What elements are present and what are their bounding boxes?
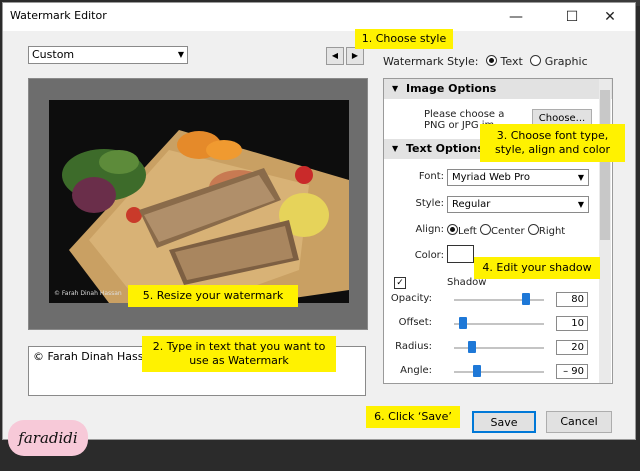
opacity-slider-knob[interactable] bbox=[522, 293, 530, 305]
style-label: Style: bbox=[415, 198, 445, 209]
opacity-slider-track[interactable] bbox=[454, 299, 544, 301]
save-button[interactable]: Save bbox=[472, 411, 536, 433]
radius-value-field[interactable]: 20 bbox=[556, 340, 588, 355]
preview-photo bbox=[49, 100, 349, 303]
chevron-down-icon: ▼ bbox=[577, 200, 584, 209]
graphic-style-label: Graphic bbox=[544, 55, 588, 68]
cancel-button[interactable]: Cancel bbox=[546, 411, 612, 433]
image-options-header[interactable]: ▼ Image Options bbox=[384, 79, 612, 99]
angle-value-field[interactable]: – 90 bbox=[556, 364, 588, 379]
chevron-down-icon: ▼ bbox=[577, 173, 584, 182]
callout-resize: 5. Resize your watermark bbox=[128, 285, 298, 307]
offset-slider-track[interactable] bbox=[454, 323, 544, 325]
color-label: Color: bbox=[414, 250, 444, 261]
radius-label: Radius: bbox=[395, 341, 432, 352]
callout-click-save: 6. Click ‘Save’ bbox=[366, 406, 460, 428]
text-style-label: Text bbox=[500, 55, 523, 68]
graphic-style-radio[interactable] bbox=[530, 55, 542, 66]
callout-font-options: 3. Choose font type, style, align and co… bbox=[480, 124, 625, 162]
font-label: Font: bbox=[418, 171, 444, 182]
angle-slider-track[interactable] bbox=[454, 371, 544, 373]
font-select[interactable]: Myriad Web Pro ▼ bbox=[447, 169, 589, 186]
align-right-radio[interactable] bbox=[527, 224, 539, 235]
offset-slider-knob[interactable] bbox=[459, 317, 467, 329]
text-style-radio[interactable] bbox=[486, 55, 498, 66]
collapse-triangle-icon: ▼ bbox=[392, 84, 399, 93]
panel-scrollbar-thumb[interactable] bbox=[600, 90, 610, 240]
callout-type-text-line2: use as Watermark bbox=[189, 354, 289, 367]
minimize-button[interactable]: — bbox=[494, 3, 538, 31]
angle-label: Angle: bbox=[400, 365, 432, 376]
align-right-label: Right bbox=[538, 226, 566, 237]
radius-slider-knob[interactable] bbox=[468, 341, 476, 353]
image-note-line1: Please choose a bbox=[424, 109, 505, 120]
watermark-style-label: Watermark Style: bbox=[383, 55, 479, 68]
callout-type-text: 2. Type in text that you want to use as … bbox=[142, 336, 336, 372]
opacity-label: Opacity: bbox=[390, 293, 432, 304]
chevron-down-icon: ▼ bbox=[177, 50, 184, 59]
preset-dropdown[interactable]: Custom ▼ bbox=[28, 46, 188, 64]
callout-font-options-line1: 3. Choose font type, bbox=[496, 129, 609, 142]
preset-value: Custom bbox=[32, 48, 75, 61]
next-image-button[interactable]: ▶ bbox=[346, 47, 364, 65]
color-swatch[interactable] bbox=[447, 245, 474, 263]
font-style-select[interactable]: Regular ▼ bbox=[447, 196, 589, 213]
callout-choose-style: 1. Choose style bbox=[355, 29, 453, 49]
angle-slider-knob[interactable] bbox=[472, 365, 481, 377]
faradidi-logo: faradidi bbox=[8, 420, 88, 456]
callout-shadow: 4. Edit your shadow bbox=[474, 257, 600, 279]
callout-font-options-line2: style, align and color bbox=[495, 143, 610, 156]
window-title: Watermark Editor bbox=[10, 9, 107, 22]
preview-watermark-text: © Farah Dinah Hassan bbox=[54, 290, 122, 297]
watermark-style-row: Watermark Style: Text Graphic bbox=[383, 55, 588, 68]
font-value: Myriad Web Pro bbox=[452, 172, 530, 183]
offset-label: Offset: bbox=[398, 317, 432, 328]
offset-value-field[interactable]: 10 bbox=[556, 316, 588, 331]
image-options-title: Image Options bbox=[406, 82, 497, 95]
shadow-checkbox[interactable]: ✓ bbox=[394, 277, 406, 289]
align-center-label: Center bbox=[491, 226, 525, 237]
text-options-title: Text Options bbox=[406, 142, 484, 155]
align-left-label: Left bbox=[458, 226, 477, 237]
previous-image-button[interactable]: ◀ bbox=[326, 47, 344, 65]
collapse-triangle-icon: ▼ bbox=[392, 144, 399, 153]
align-left-radio[interactable] bbox=[447, 224, 458, 235]
font-style-value: Regular bbox=[452, 199, 491, 210]
callout-type-text-line1: 2. Type in text that you want to bbox=[152, 340, 326, 353]
align-label: Align: bbox=[415, 224, 444, 235]
food-photo-image bbox=[49, 100, 349, 303]
align-options: Left Center Right bbox=[447, 224, 565, 237]
close-button[interactable]: ✕ bbox=[588, 3, 632, 31]
shadow-section: ✓ Shadow Opacity: 80 Offset: 10 Radius: … bbox=[384, 277, 612, 383]
opacity-value-field[interactable]: 80 bbox=[556, 292, 588, 307]
align-center-radio[interactable] bbox=[480, 224, 492, 235]
